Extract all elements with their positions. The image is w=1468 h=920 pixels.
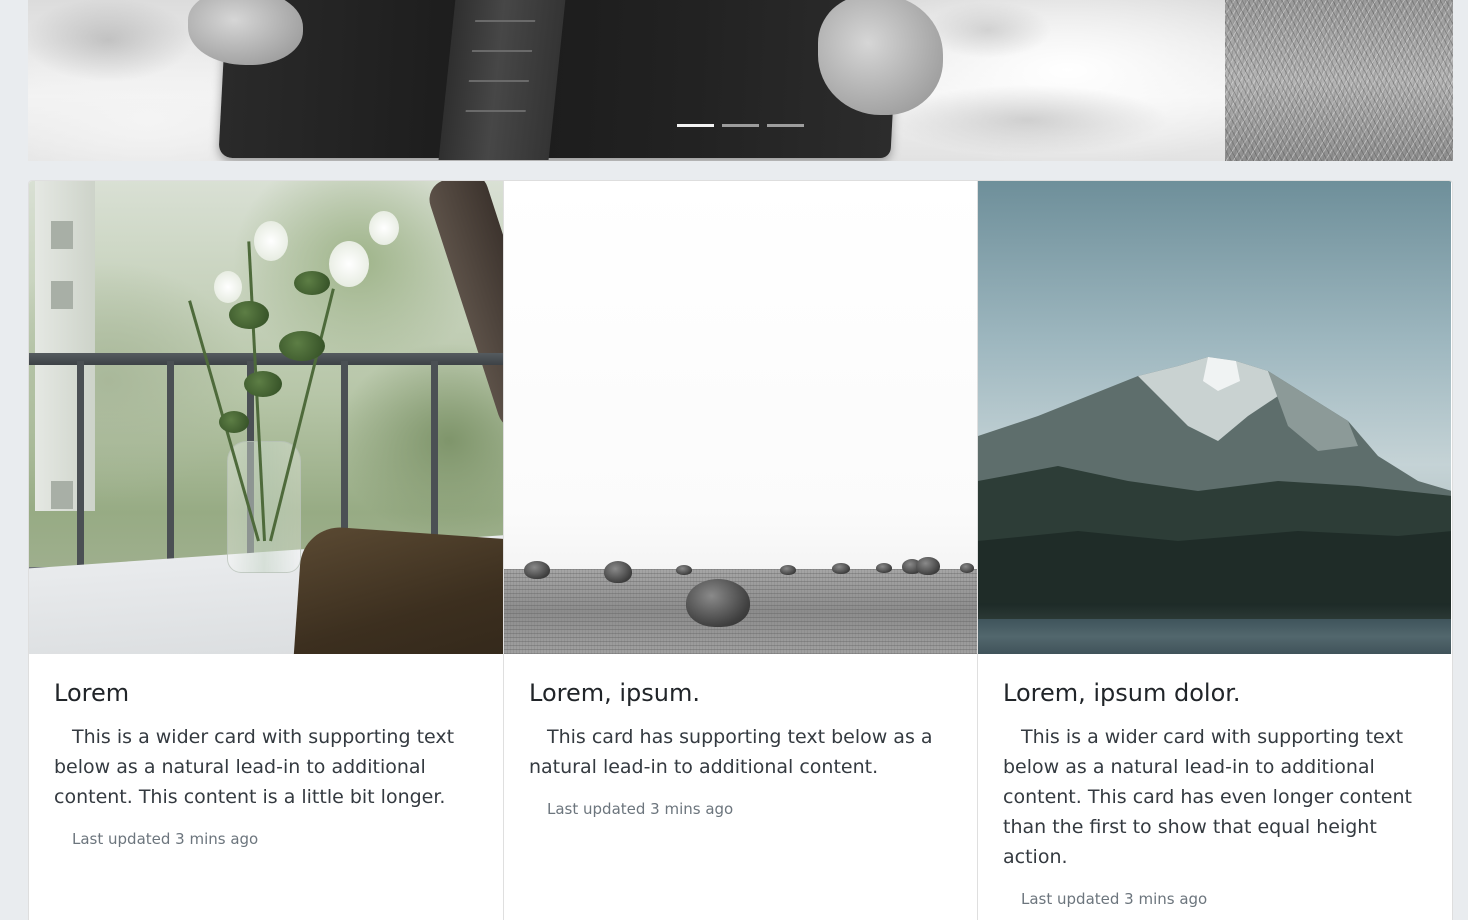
card-title: Lorem, ipsum dolor. [1003,679,1241,707]
card-text: This is a wider card with supporting tex… [1003,726,1412,868]
carousel-next-slide-grass-photo [1225,0,1453,161]
card-body: Lorem This is a wider card with supporti… [29,654,503,870]
chair-shape [291,524,503,654]
card-body: Lorem, ipsum dolor. This is a wider card… [978,654,1451,920]
card-image-balcony-flowers [29,181,503,654]
page: Lorem This is a wider card with supporti… [0,0,1468,920]
carousel-indicator-1[interactable] [677,124,714,127]
card-lorem-ipsum-dolor: Lorem, ipsum dolor. This is a wider card… [977,181,1451,920]
card-title: Lorem [54,679,130,707]
card-group: Lorem This is a wider card with supporti… [28,180,1453,920]
carousel-slide-book-photo [28,0,1225,161]
carousel-indicators [677,124,804,127]
card-image-hay-bales [504,181,977,654]
card-lorem-ipsum: Lorem, ipsum. This card has supporting t… [503,181,977,920]
right-hand-shape [818,0,943,115]
card-lorem: Lorem This is a wider card with supporti… [29,181,503,920]
card-text: This is a wider card with supporting tex… [54,726,455,808]
card-updated-text: Last updated 3 mins ago [547,800,734,818]
card-text: This card has supporting text below as a… [529,726,933,778]
carousel-indicator-3[interactable] [767,124,804,127]
card-title: Lorem, ipsum. [529,679,700,707]
card-body: Lorem, ipsum. This card has supporting t… [504,654,977,840]
card-image-mountain-lake [978,181,1451,654]
card-updated-text: Last updated 3 mins ago [1021,890,1208,908]
image-carousel[interactable] [28,0,1453,161]
carousel-indicator-2[interactable] [722,124,759,127]
card-updated-text: Last updated 3 mins ago [72,830,259,848]
book-spine-shape [438,0,568,160]
